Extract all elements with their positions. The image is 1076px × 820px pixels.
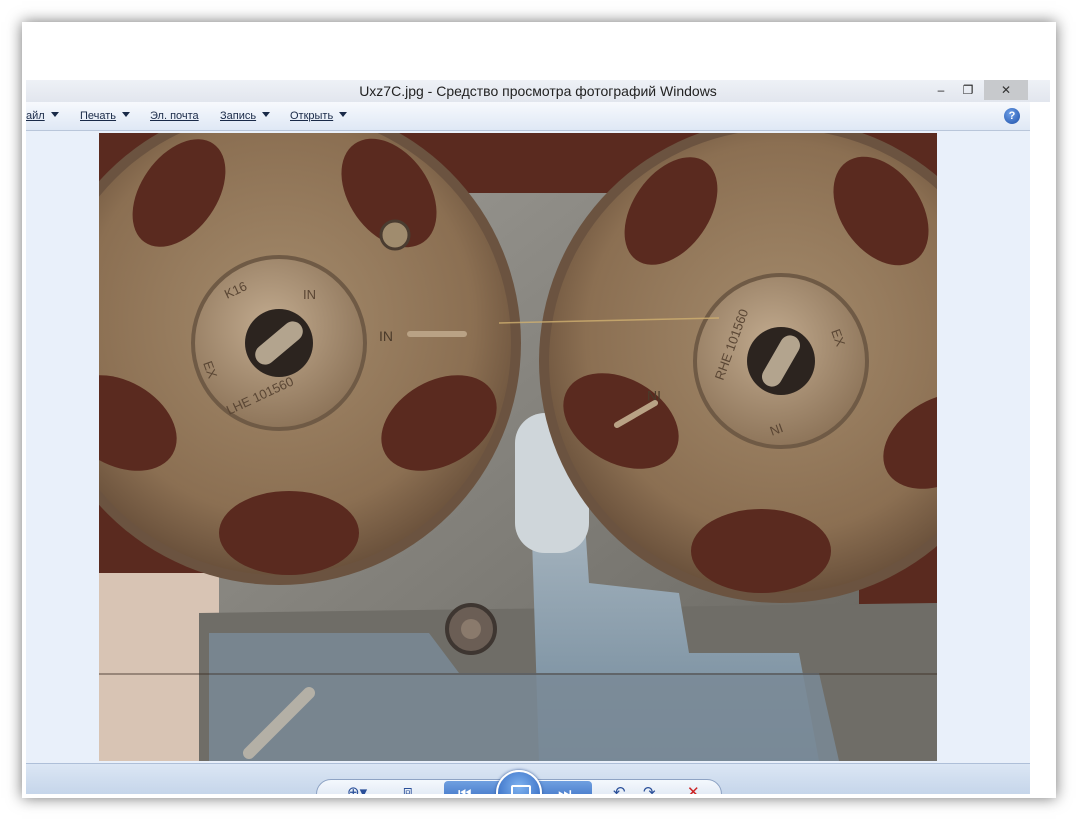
shadow-line	[99, 673, 937, 675]
help-icon[interactable]: ?	[1004, 108, 1020, 124]
menu-file-label: айл	[26, 110, 45, 122]
photo-image[interactable]: K16 IN EX LHE 101560 IN RHE 101560 EX IN…	[99, 133, 937, 761]
window-title: Uxz7C.jpg - Средство просмотра фотографи…	[359, 83, 717, 99]
chevron-down-icon	[262, 112, 271, 117]
image-viewport: K16 IN EX LHE 101560 IN RHE 101560 EX IN…	[26, 131, 1030, 763]
chevron-down-icon	[122, 112, 131, 117]
menu-email[interactable]: Эл. почта	[150, 110, 199, 122]
bolt-head-top	[379, 219, 411, 251]
menu-print-label: Печать	[80, 110, 117, 122]
close-button[interactable]: ✕	[984, 80, 1028, 100]
timing-mark-label: IN	[379, 328, 393, 344]
gear-engraving: IN	[303, 287, 316, 302]
slideshow-icon	[511, 785, 531, 794]
delete-icon[interactable]: ✕	[687, 783, 700, 794]
rotate-left-icon[interactable]: ↶	[613, 783, 626, 794]
chevron-down-icon	[50, 112, 59, 117]
menu-email-label: Эл. почта	[150, 110, 199, 122]
photo-viewer-window: Uxz7C.jpg - Средство просмотра фотографи…	[26, 26, 1050, 794]
title-bar[interactable]: Uxz7C.jpg - Средство просмотра фотографи…	[26, 80, 1050, 102]
bolt-center	[461, 619, 481, 639]
previous-icon[interactable]: ⏮	[458, 785, 472, 794]
photo-illustration: K16 IN EX LHE 101560 IN RHE 101560 EX IN…	[99, 133, 937, 761]
zoom-icon[interactable]: ⊕▾	[347, 783, 367, 794]
timing-mark	[407, 331, 467, 337]
restore-button[interactable]: ❐	[954, 80, 982, 100]
next-icon[interactable]: ⏭	[558, 785, 572, 794]
rotate-right-icon[interactable]: ↷	[643, 783, 656, 794]
navigation-bar: ⊕▾ ⧈ ↶ ↷ ✕ ⏮ ⏭	[26, 763, 1030, 794]
menu-burn-label: Запись	[220, 110, 257, 122]
fit-icon[interactable]: ⧈	[403, 783, 413, 794]
menu-burn[interactable]: Запись	[220, 110, 271, 122]
menu-open-label: Открыть	[290, 110, 334, 122]
chevron-down-icon	[339, 112, 348, 117]
slideshow-button[interactable]	[496, 770, 542, 794]
minimize-button[interactable]: –	[928, 80, 954, 100]
menu-print[interactable]: Печать	[80, 110, 131, 122]
menu-file[interactable]: айл	[26, 110, 59, 122]
command-bar: айл Печать Эл. почта Запись Открыть ?	[26, 102, 1030, 131]
menu-open[interactable]: Открыть	[290, 110, 348, 122]
